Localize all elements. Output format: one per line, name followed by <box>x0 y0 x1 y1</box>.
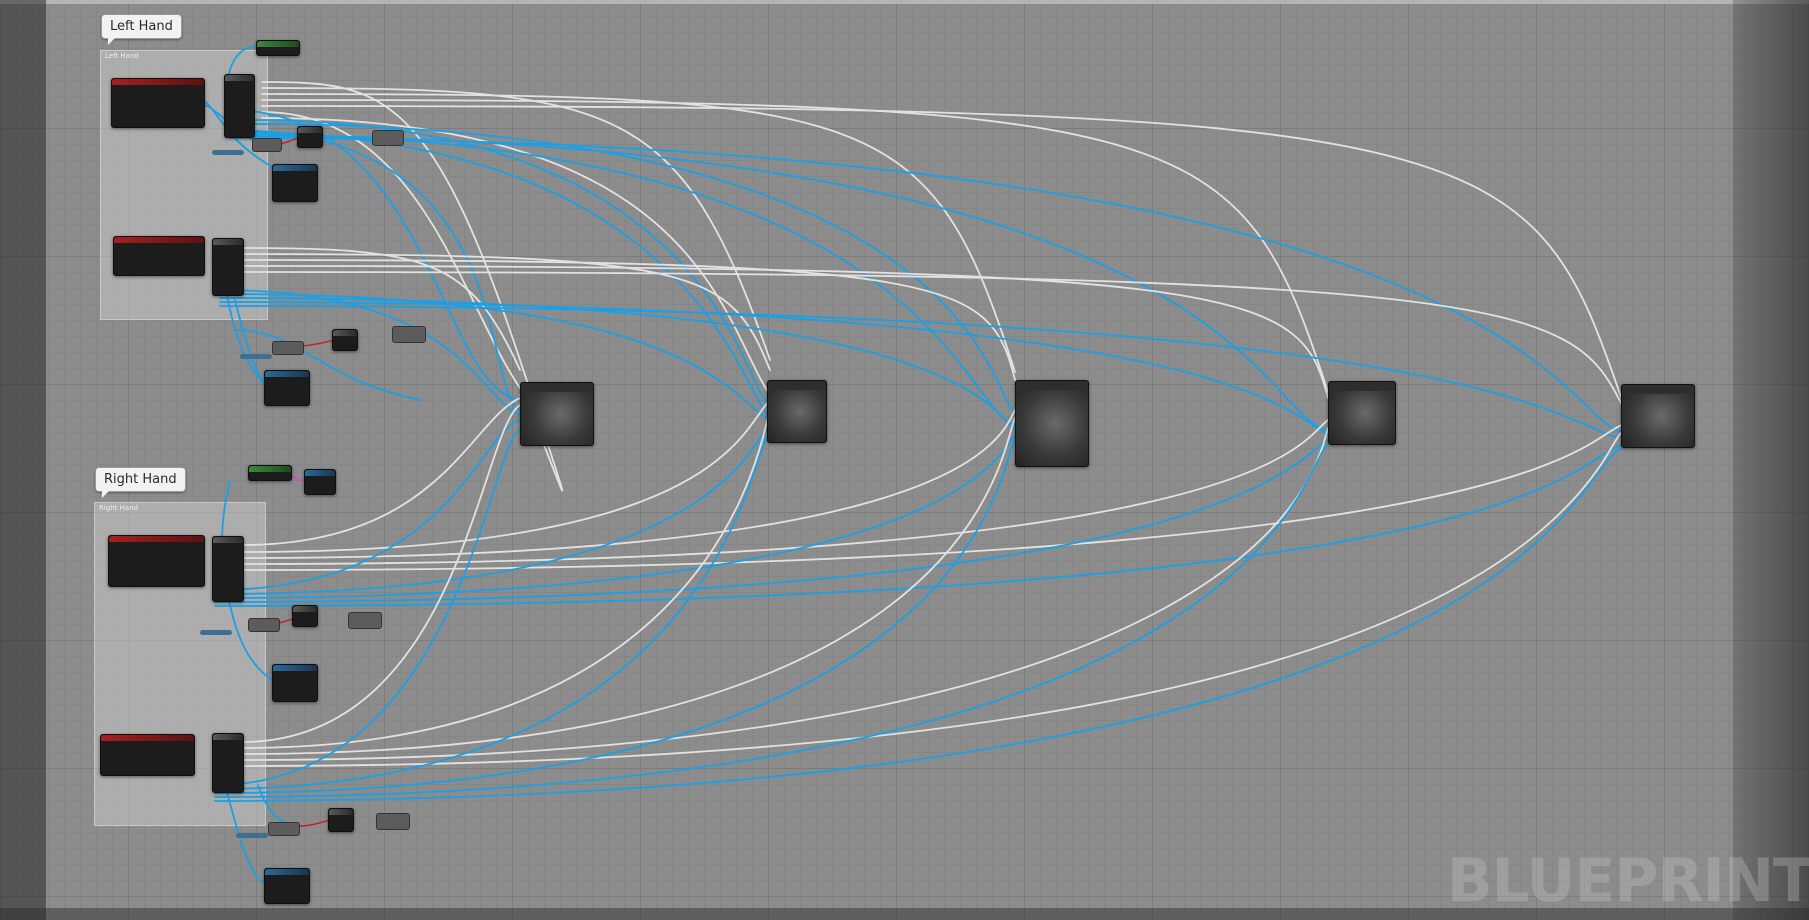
collapsed-node-1[interactable] <box>520 382 594 446</box>
branch-node-right-1[interactable] <box>292 605 318 627</box>
variable-getter-left-1[interactable] <box>212 150 244 155</box>
node-header <box>213 537 243 543</box>
node-header <box>249 466 291 472</box>
node-header <box>265 371 309 377</box>
node-header <box>273 665 317 671</box>
node-header <box>298 127 322 133</box>
node-header <box>213 734 243 740</box>
variable-getter-right-1[interactable] <box>200 630 232 635</box>
break-struct-node-left-1[interactable] <box>224 74 255 138</box>
node-header <box>114 237 204 243</box>
node-header <box>1329 382 1395 391</box>
blueprint-watermark: BLUEPRINT <box>1446 846 1809 916</box>
select-node-right-1[interactable] <box>348 612 382 629</box>
compare-node-right-1[interactable] <box>248 618 280 632</box>
data-wires-left-2 <box>219 284 1623 439</box>
function-node-right-1[interactable] <box>272 664 318 702</box>
exec-wires-left-2 <box>241 247 1623 406</box>
node-header <box>225 75 254 81</box>
variable-getter-left-2[interactable] <box>240 354 272 359</box>
input-event-node-right-1[interactable] <box>108 535 205 587</box>
node-header <box>293 606 317 612</box>
input-event-node-right-2[interactable] <box>100 734 195 776</box>
node-header <box>305 470 335 476</box>
node-header <box>333 330 357 336</box>
select-node-left-1[interactable] <box>372 130 404 146</box>
function-node-left-1[interactable] <box>272 164 318 202</box>
branch-node-right-2[interactable] <box>328 808 354 832</box>
node-header <box>109 536 204 542</box>
input-event-node-left-1[interactable] <box>111 78 205 128</box>
node-header <box>273 165 317 171</box>
function-node-right-2[interactable] <box>264 868 310 904</box>
node-header <box>768 381 826 390</box>
function-node-right-print[interactable] <box>304 469 336 495</box>
data-wires-right-2 <box>214 429 1623 886</box>
collapsed-node-5[interactable] <box>1621 384 1695 448</box>
input-event-node-left-2[interactable] <box>113 236 205 276</box>
exec-wires-right-2 <box>241 404 1623 767</box>
compare-node-left-1[interactable] <box>252 138 282 152</box>
break-struct-node-right-2[interactable] <box>212 733 244 793</box>
set-variable-node-left-1[interactable] <box>256 40 300 56</box>
branch-node-left-1[interactable] <box>297 126 323 148</box>
node-header <box>521 383 593 392</box>
function-node-left-2[interactable] <box>264 370 310 406</box>
select-node-right-2[interactable] <box>376 813 410 830</box>
break-struct-node-left-2[interactable] <box>212 238 244 296</box>
branch-node-left-2[interactable] <box>332 329 358 351</box>
data-wires-right-1 <box>214 419 1623 681</box>
node-header <box>112 79 204 85</box>
exec-wires-right-1 <box>241 397 1623 571</box>
node-header <box>213 239 243 245</box>
collapsed-node-2[interactable] <box>767 380 827 443</box>
node-header <box>1622 385 1694 394</box>
compare-node-left-2[interactable] <box>272 341 304 355</box>
variable-getter-right-2[interactable] <box>236 833 268 838</box>
node-header <box>257 41 299 47</box>
compare-node-right-2[interactable] <box>268 822 300 836</box>
collapsed-node-4[interactable] <box>1328 381 1396 445</box>
node-header <box>1016 381 1088 390</box>
blueprint-graph-canvas[interactable]: Left Hand Right Hand Left Hand Right Han… <box>0 0 1809 920</box>
collapsed-node-3[interactable] <box>1015 380 1089 467</box>
set-variable-node-right-1[interactable] <box>248 465 292 481</box>
node-header <box>101 735 194 741</box>
select-node-left-2[interactable] <box>392 326 426 343</box>
node-header <box>329 809 353 815</box>
node-header <box>265 869 309 875</box>
break-struct-node-right-1[interactable] <box>212 536 244 602</box>
